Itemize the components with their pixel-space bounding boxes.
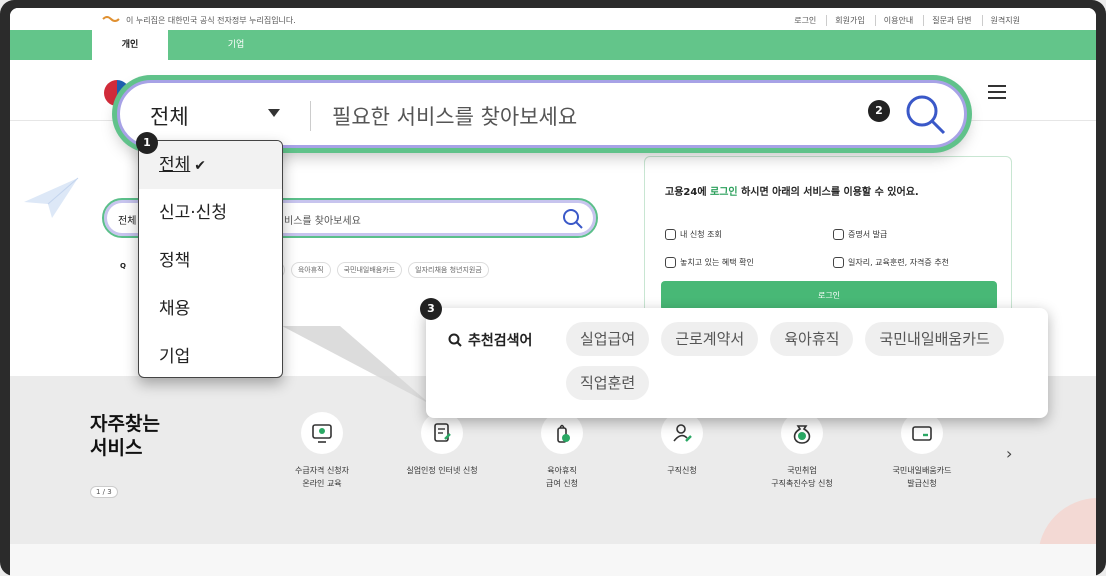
callout-badge-3: 3 [420, 298, 442, 320]
scope-option-policy[interactable]: 정책 [139, 237, 282, 285]
recommend-chips: 실업급여 근로계약서 육아휴직 국민내일배움카드 직업훈련 [566, 322, 1036, 400]
recommend-chip[interactable]: 근로계약서 [661, 322, 759, 356]
search-input[interactable]: 필요한 서비스를 찾아보세요 [332, 101, 577, 131]
recommend-label: 추천검색어 [448, 330, 532, 350]
scope-option-jobs[interactable]: 채용 [139, 285, 282, 333]
scope-option-report[interactable]: 신고·신청 [139, 189, 282, 237]
search-icon [448, 333, 462, 347]
scope-option-corporate[interactable]: 기업 [139, 333, 282, 377]
search-icon[interactable] [904, 93, 948, 137]
recommend-chip[interactable]: 국민내일배움카드 [865, 322, 1004, 356]
callout-badge-1: 1 [136, 132, 158, 154]
check-icon: ✔ [194, 158, 207, 174]
recommend-chip[interactable]: 직업훈련 [566, 366, 650, 400]
scope-dropdown: 전체 ✔ 신고·신청 정책 채용 기업 [138, 140, 283, 378]
recommend-callout: 추천검색어 실업급여 근로계약서 육아휴직 국민내일배움카드 직업훈련 [426, 308, 1048, 418]
recommend-chip[interactable]: 실업급여 [566, 322, 650, 356]
device-frame: 이 누리집은 대한민국 공식 전자정부 누리집입니다. 로그인 회원가입 이용안… [0, 0, 1106, 576]
callout-badge-2: 2 [868, 100, 890, 122]
main-search-callout[interactable]: 전체 필요한 서비스를 찾아보세요 [117, 80, 967, 148]
chevron-down-icon[interactable] [268, 109, 280, 117]
search-divider [310, 101, 311, 131]
scope-option-all[interactable]: 전체 ✔ [139, 141, 282, 189]
recommend-chip[interactable]: 육아휴직 [770, 322, 854, 356]
browser-screen: 이 누리집은 대한민국 공식 전자정부 누리집입니다. 로그인 회원가입 이용안… [10, 8, 1096, 576]
search-scope-select[interactable]: 전체 [150, 101, 189, 131]
